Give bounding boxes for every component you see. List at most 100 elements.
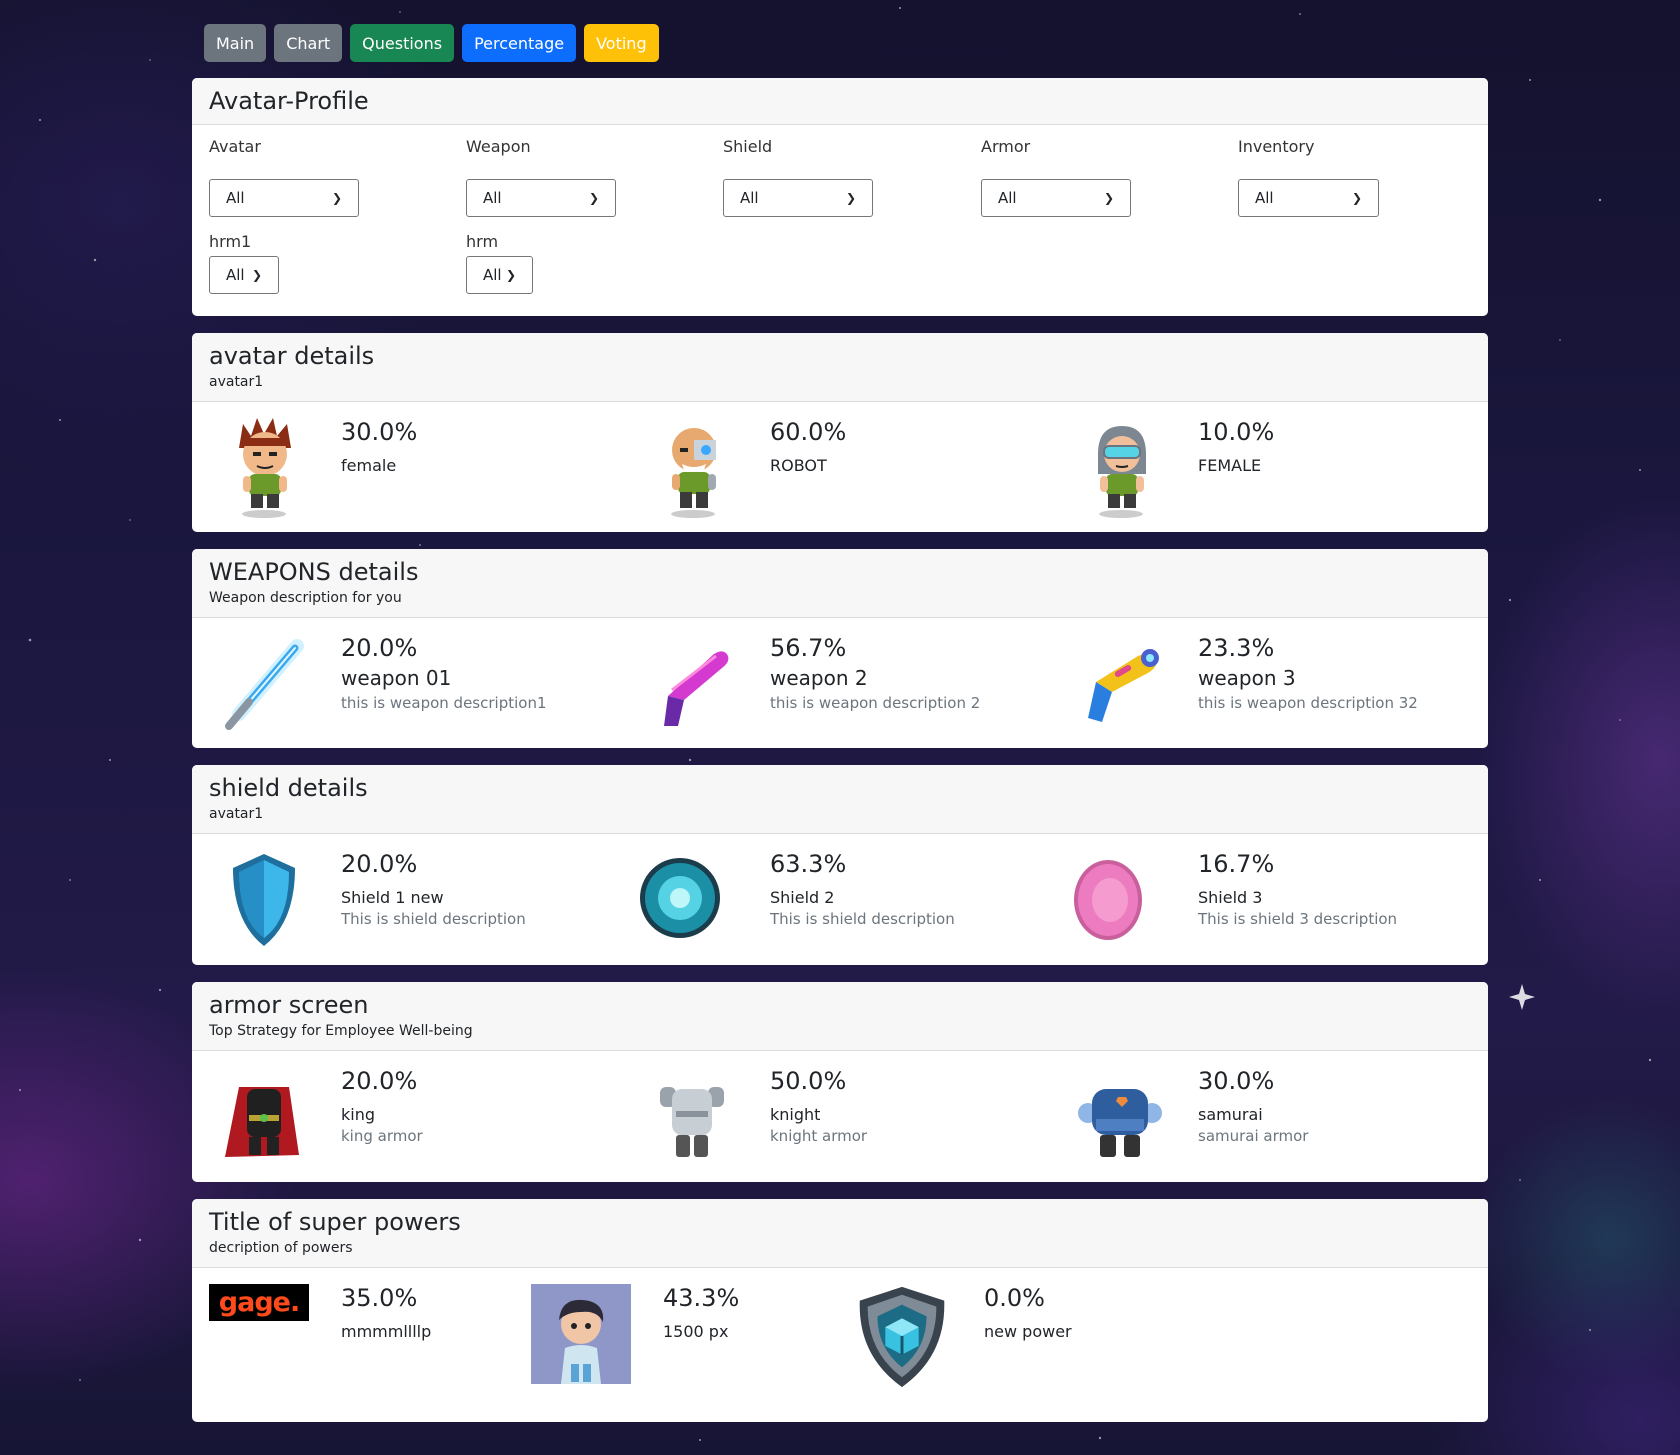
weapons-details-card: WEAPONS details Weapon description for y… bbox=[192, 549, 1488, 748]
card-title: Title of super powers bbox=[209, 1208, 461, 1236]
inventory-filter: Inventory bbox=[1238, 137, 1314, 156]
card-header: WEAPONS details Weapon description for y… bbox=[192, 549, 1488, 618]
chevron-down-icon: ❯ bbox=[505, 268, 516, 282]
armor-row: 20.0% king king armor 50.0% knight knigh… bbox=[192, 1051, 1488, 1182]
shield-filter: Shield bbox=[723, 137, 772, 156]
gage-logo-icon: gage. bbox=[209, 1284, 309, 1321]
item-description: this is weapon description1 bbox=[341, 694, 547, 712]
cube-shield-badge-icon bbox=[859, 1286, 945, 1388]
item-name: new power bbox=[984, 1322, 1072, 1341]
pink-disc-shield-icon bbox=[1074, 860, 1142, 940]
shield-details-card: shield details avatar1 20.0% Shield 1 ne… bbox=[192, 765, 1488, 965]
chevron-down-icon: ❯ bbox=[1103, 191, 1114, 205]
select-value: All bbox=[998, 189, 1017, 207]
avatar-profile-card: Avatar-Profile Avatar All ❯ Weapon All ❯ S… bbox=[192, 78, 1488, 316]
card-title: avatar details bbox=[209, 342, 375, 370]
card-title: WEAPONS details bbox=[209, 558, 419, 586]
bald-cyborg-avatar-icon bbox=[671, 428, 716, 518]
filter-label: Weapon bbox=[466, 137, 531, 156]
spiky-hair-boy-avatar-icon bbox=[239, 418, 291, 518]
inventory-select[interactable]: All ❯ bbox=[1238, 179, 1379, 217]
select-value: All bbox=[740, 189, 759, 207]
filter-label: Avatar bbox=[209, 137, 261, 156]
percentage-value: 0.0% bbox=[984, 1284, 1045, 1312]
questions-button[interactable]: Questions bbox=[350, 24, 455, 62]
filter-area: Avatar All ❯ Weapon All ❯ Shield All ❯ Armo… bbox=[192, 125, 1488, 316]
hrm-select[interactable]: All ❯ bbox=[466, 256, 533, 294]
percentage-value: 56.7% bbox=[770, 634, 847, 662]
percentage-value: 16.7% bbox=[1198, 850, 1275, 878]
card-header: Avatar-Profile bbox=[192, 78, 1488, 125]
percentage-button[interactable]: Percentage bbox=[462, 24, 577, 62]
samurai-armor-icon bbox=[1078, 1089, 1162, 1157]
knight-armor-icon bbox=[660, 1087, 724, 1157]
item-description: This is shield 3 description bbox=[1198, 910, 1398, 928]
item-description: king armor bbox=[341, 1127, 423, 1145]
item-description: samurai armor bbox=[1198, 1127, 1309, 1145]
weapons-row: 20.0% weapon 01 this is weapon descripti… bbox=[192, 618, 1488, 748]
filter-label: Shield bbox=[723, 137, 773, 156]
item-name: Shield 3 bbox=[1198, 888, 1263, 907]
super-powers-card: Title of super powers decription of powe… bbox=[192, 1199, 1488, 1422]
percentage-value: 60.0% bbox=[770, 418, 847, 446]
card-subtitle: avatar1 bbox=[209, 806, 264, 822]
item-name: weapon 3 bbox=[1198, 666, 1296, 690]
chevron-down-icon: ❯ bbox=[251, 268, 262, 282]
card-title: armor screen bbox=[209, 991, 369, 1019]
item-name: weapon 01 bbox=[341, 666, 452, 690]
percentage-value: 50.0% bbox=[770, 1067, 847, 1095]
percentage-value: 20.0% bbox=[341, 850, 418, 878]
card-title: Avatar-Profile bbox=[209, 87, 369, 115]
king-armor-icon bbox=[225, 1087, 299, 1157]
percentage-value: 35.0% bbox=[341, 1284, 418, 1312]
item-name: samurai bbox=[1198, 1105, 1263, 1124]
chart-button[interactable]: Chart bbox=[274, 24, 343, 62]
chevron-down-icon: ❯ bbox=[845, 191, 856, 205]
item-description: This is shield description bbox=[341, 910, 526, 928]
chevron-down-icon: ❯ bbox=[331, 191, 342, 205]
item-description: this is weapon description 2 bbox=[770, 694, 981, 712]
filter-label: Inventory bbox=[1238, 137, 1315, 156]
select-value: All bbox=[483, 189, 502, 207]
item-name: weapon 2 bbox=[770, 666, 868, 690]
powers-row: gage. 35.0% mmmmllllp 43.3% 1500 px 0.0%… bbox=[192, 1268, 1488, 1418]
item-name: ROBOT bbox=[770, 456, 827, 475]
select-value: All bbox=[483, 266, 502, 284]
weapon-filter: Weapon bbox=[466, 137, 531, 156]
voting-button[interactable]: Voting bbox=[584, 24, 659, 62]
avatar-row: 30.0% female 60.0% ROBOT 10.0% FEMALE bbox=[192, 402, 1488, 532]
weapon-select[interactable]: All ❯ bbox=[466, 179, 616, 217]
percentage-value: 23.3% bbox=[1198, 634, 1275, 662]
card-header: shield details avatar1 bbox=[192, 765, 1488, 834]
item-name: FEMALE bbox=[1198, 456, 1262, 475]
card-subtitle: Top Strategy for Employee Well-being bbox=[209, 1023, 473, 1039]
filter-label: Armor bbox=[981, 137, 1031, 156]
armor-select[interactable]: All ❯ bbox=[981, 179, 1131, 217]
energy-orb-shield-icon bbox=[640, 858, 720, 938]
light-saber-icon bbox=[225, 639, 304, 730]
hrm1-filter: hrm1 bbox=[209, 232, 251, 251]
main-button[interactable]: Main bbox=[204, 24, 267, 62]
item-description: knight armor bbox=[770, 1127, 868, 1145]
shield-select[interactable]: All ❯ bbox=[723, 179, 873, 217]
goggles-girl-avatar-icon bbox=[1098, 426, 1146, 518]
cartoon-boy-portrait-icon bbox=[531, 1284, 631, 1384]
armor-filter: Armor bbox=[981, 137, 1030, 156]
card-subtitle: Weapon description for you bbox=[209, 590, 402, 606]
avatar-select[interactable]: All ❯ bbox=[209, 179, 359, 217]
percentage-value: 20.0% bbox=[341, 1067, 418, 1095]
avatar-filter: Avatar bbox=[209, 137, 261, 156]
percentage-value: 20.0% bbox=[341, 634, 418, 662]
avatar-details-card: avatar details avatar1 30.0% female 60.0… bbox=[192, 333, 1488, 532]
item-name: mmmmllllp bbox=[341, 1322, 432, 1341]
hrm1-select[interactable]: All ❯ bbox=[209, 256, 279, 294]
chevron-down-icon: ❯ bbox=[588, 191, 599, 205]
blue-shield-icon bbox=[233, 854, 295, 946]
filter-label: hrm bbox=[466, 232, 499, 251]
percentage-value: 43.3% bbox=[663, 1284, 740, 1312]
item-name: Shield 2 bbox=[770, 888, 835, 907]
percentage-value: 63.3% bbox=[770, 850, 847, 878]
item-name: knight bbox=[770, 1105, 821, 1124]
card-title: shield details bbox=[209, 774, 368, 802]
item-name: king bbox=[341, 1105, 376, 1124]
